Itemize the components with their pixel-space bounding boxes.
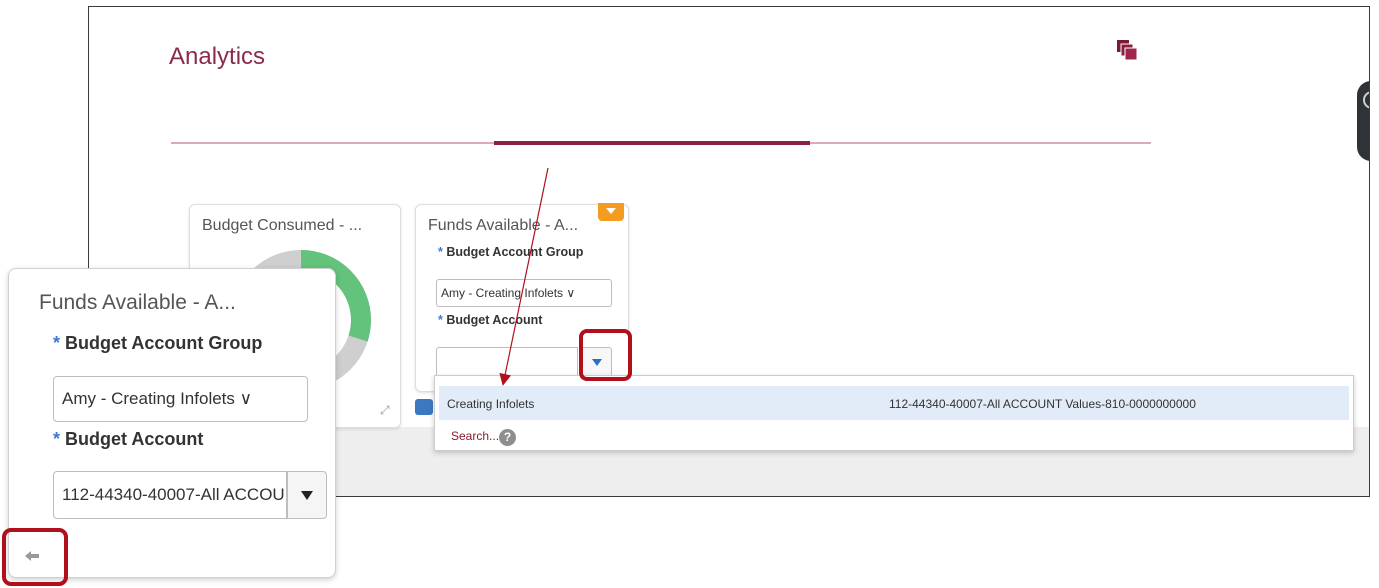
required-marker: * <box>53 333 61 353</box>
select-value: Amy - Creating Infolets <box>441 286 564 300</box>
card-title: Budget Consumed - ... <box>202 217 363 234</box>
side-panel-ring-icon <box>1363 91 1369 109</box>
budget-account-label: * Budget Account <box>438 313 542 327</box>
highlight-callout <box>2 528 68 586</box>
budget-account-dropdown-list: Creating Infolets 112-44340-40007-All AC… <box>434 375 1354 451</box>
card-menu-icon[interactable] <box>598 203 624 221</box>
card-title: Funds Available - A... <box>39 291 236 314</box>
option-name: Creating Infolets <box>447 397 535 411</box>
drag-handle-icon: ⋮⋮ <box>1368 118 1369 135</box>
label-text: Budget Account <box>65 429 204 449</box>
chevron-down-icon: ∨ <box>566 286 576 300</box>
label-text: Budget Account Group <box>446 245 584 259</box>
budget-account-group-select[interactable]: Amy - Creating Infolets ∨ <box>436 279 612 307</box>
option-code: 112-44340-40007-All ACCOUNT Values-810-0… <box>889 397 1196 411</box>
page-title: Analytics <box>169 43 266 70</box>
side-panel-tab[interactable]: ⋮⋮ <box>1357 81 1369 161</box>
select-value: Amy - Creating Infolets <box>62 389 235 408</box>
caret-down-icon <box>301 491 313 500</box>
required-marker: * <box>53 429 61 449</box>
required-marker: * <box>438 313 443 327</box>
label-text: Budget Account Group <box>65 333 263 353</box>
label-text: Budget Account <box>446 313 543 327</box>
budget-account-dropdown-button[interactable] <box>287 471 327 519</box>
card-title: Funds Available - A... <box>428 217 579 234</box>
budget-account-group-select[interactable]: Amy - Creating Infolets ∨ <box>53 376 308 422</box>
chevron-down-icon: ∨ <box>239 389 253 409</box>
page-navigation-active-indicator[interactable] <box>494 141 810 145</box>
stacked-cards-icon[interactable] <box>1113 37 1141 65</box>
chat-icon[interactable] <box>415 399 433 415</box>
help-icon[interactable]: ? <box>499 429 516 446</box>
budget-account-label: * Budget Account <box>53 429 203 450</box>
budget-account-input[interactable] <box>436 347 578 377</box>
search-link-text: Search... <box>451 429 500 443</box>
budget-account-group-label: * Budget Account Group <box>53 333 262 354</box>
expand-icon[interactable]: ⤢ <box>380 403 390 418</box>
required-marker: * <box>438 245 443 259</box>
dropdown-option[interactable]: Creating Infolets 112-44340-40007-All AC… <box>439 386 1349 420</box>
budget-account-input[interactable]: 112-44340-40007-All ACCOUNT Values-810-0… <box>53 471 287 519</box>
budget-account-group-label: * Budget Account Group <box>438 245 583 259</box>
highlight-callout <box>579 329 632 381</box>
